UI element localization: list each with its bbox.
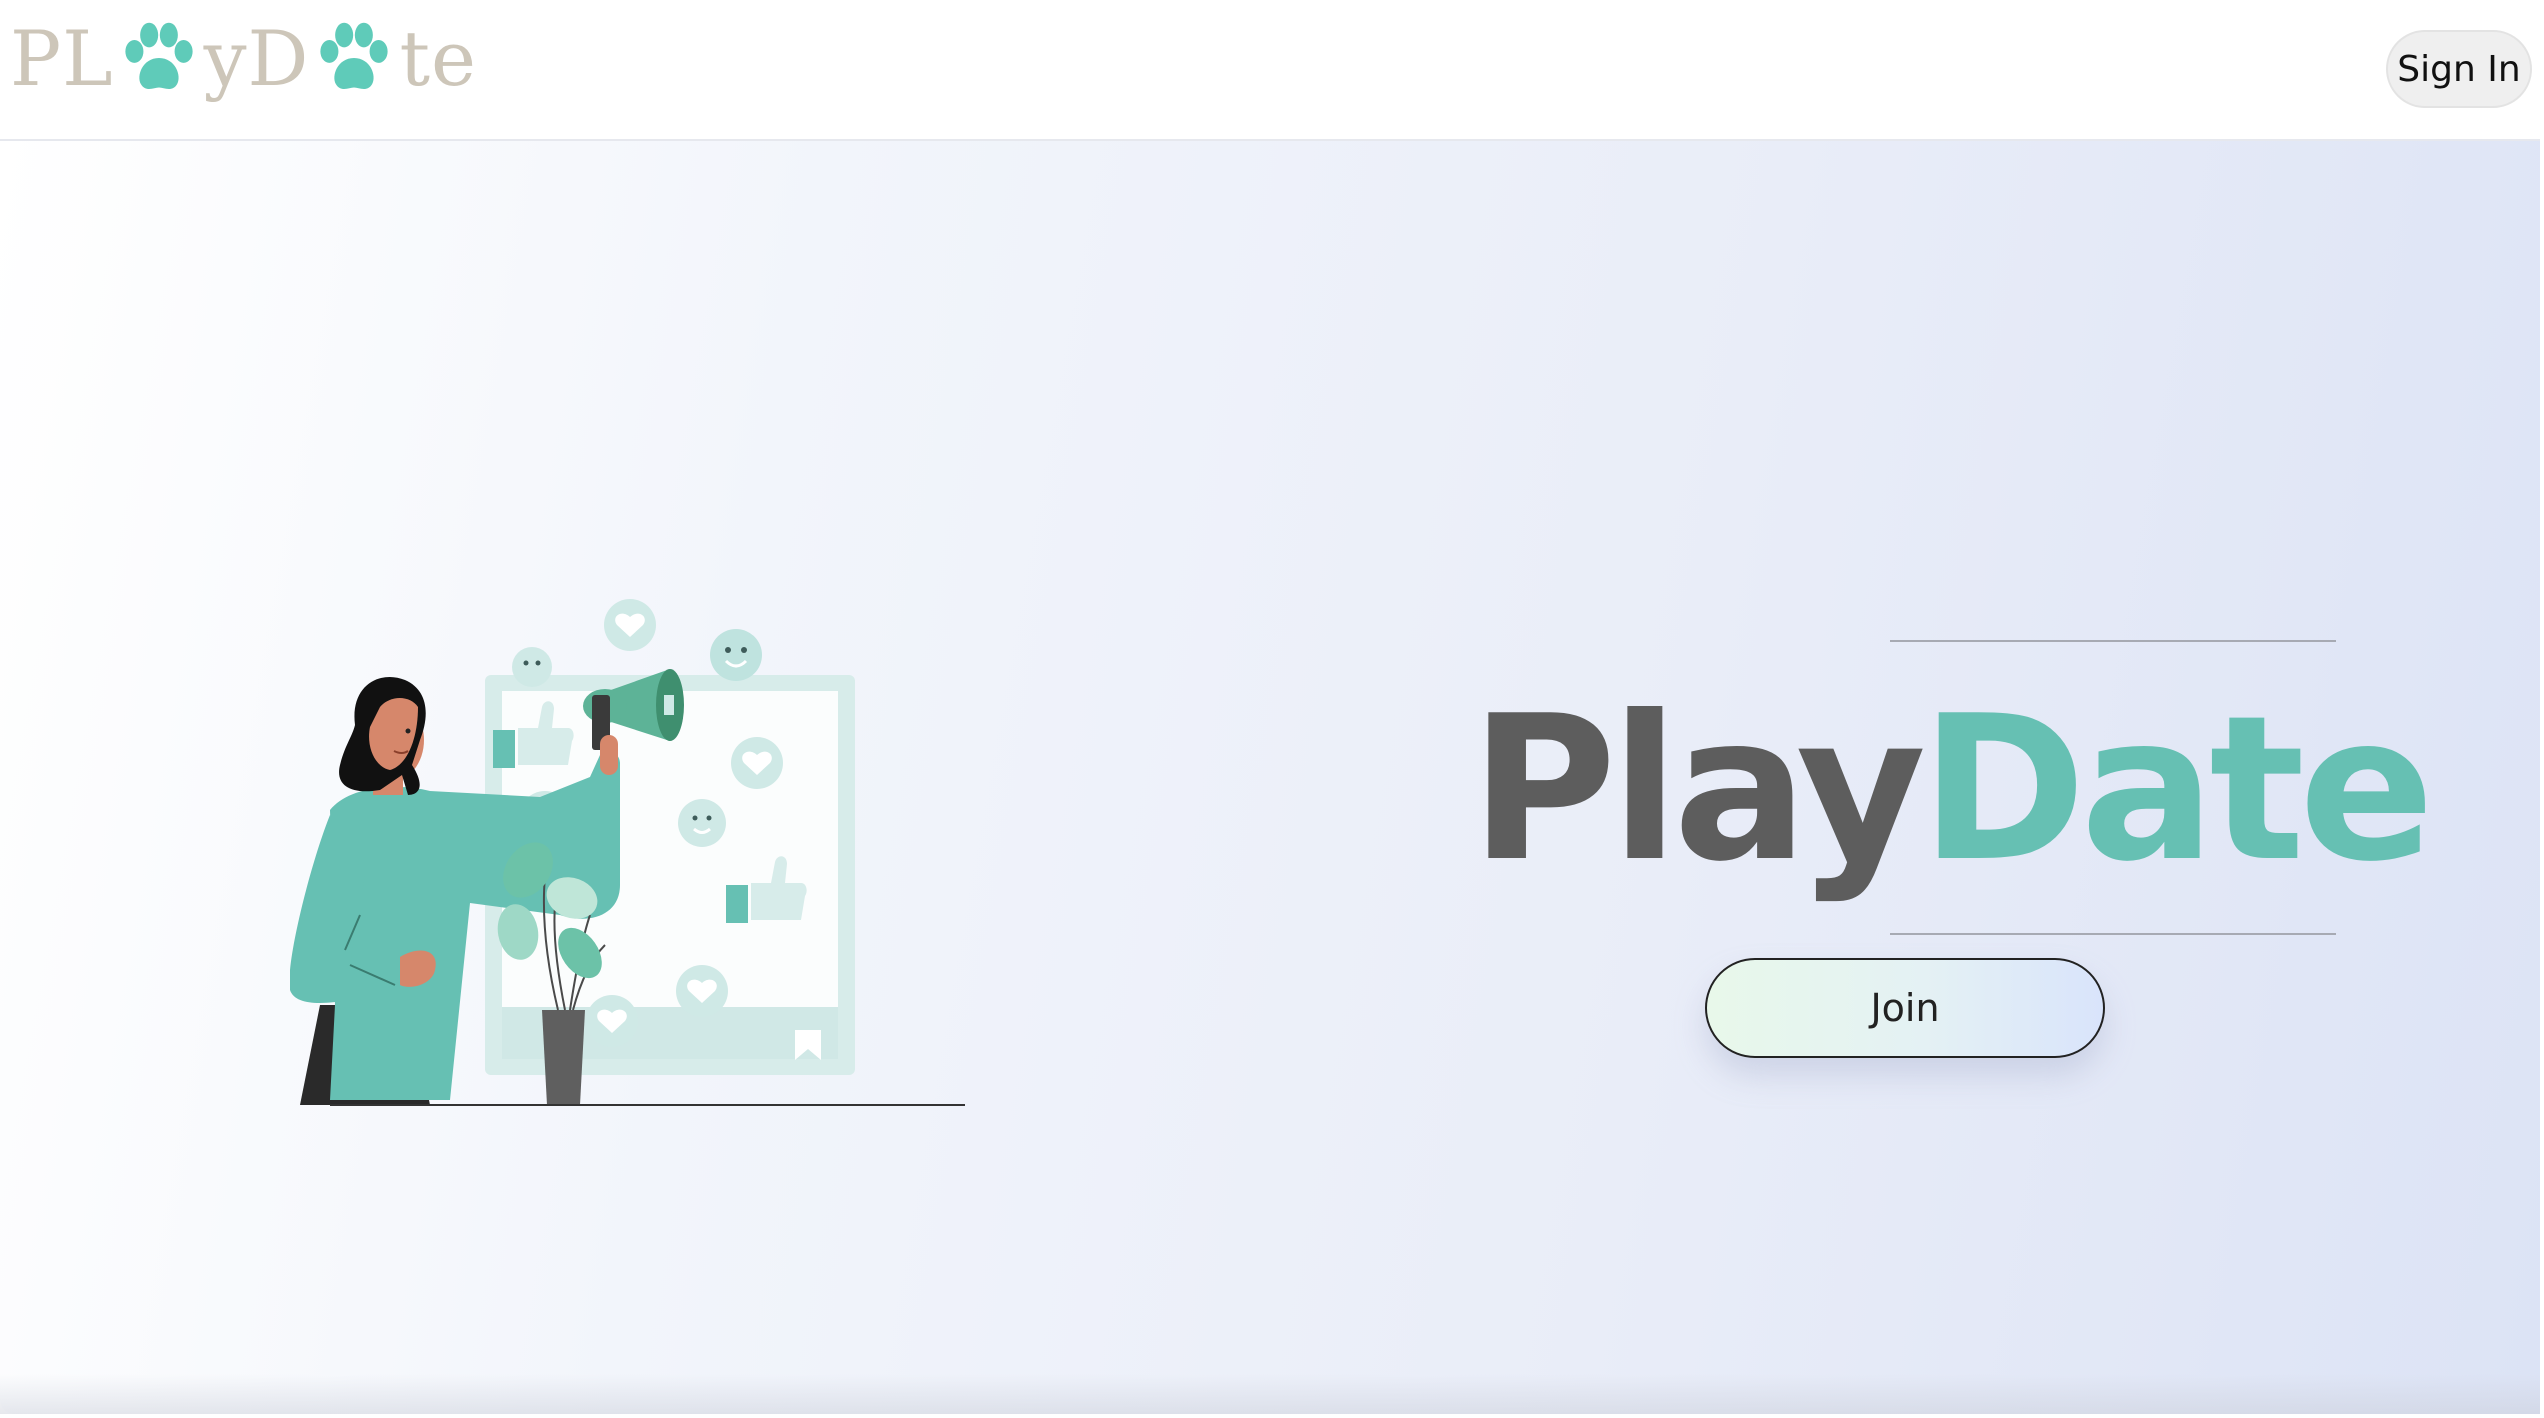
- bottom-shadow: [0, 1374, 2540, 1414]
- logo-text-y: y: [203, 13, 248, 103]
- logo-text-d: D: [247, 13, 310, 103]
- paw-icon: [313, 17, 395, 99]
- join-button[interactable]: Join: [1705, 958, 2105, 1058]
- playdate-logo[interactable]: PL y D te: [10, 8, 477, 108]
- brand-hero-block: PlayDate: [1470, 640, 2435, 940]
- brand-title: PlayDate: [1470, 673, 2435, 906]
- logo-text-te: te: [399, 13, 478, 103]
- bottom-divider: [1890, 933, 2336, 935]
- top-divider: [1890, 640, 2336, 642]
- top-navigation-bar: PL y D te Sign In: [0, 0, 2540, 141]
- logo-text-pl: PL: [10, 13, 114, 103]
- brand-title-play: Play: [1470, 673, 1926, 906]
- sign-in-button[interactable]: Sign In: [2386, 30, 2532, 108]
- paw-icon: [118, 17, 200, 99]
- brand-title-date: Date: [1920, 673, 2434, 906]
- megaphone-woman-illustration: [290, 445, 990, 1107]
